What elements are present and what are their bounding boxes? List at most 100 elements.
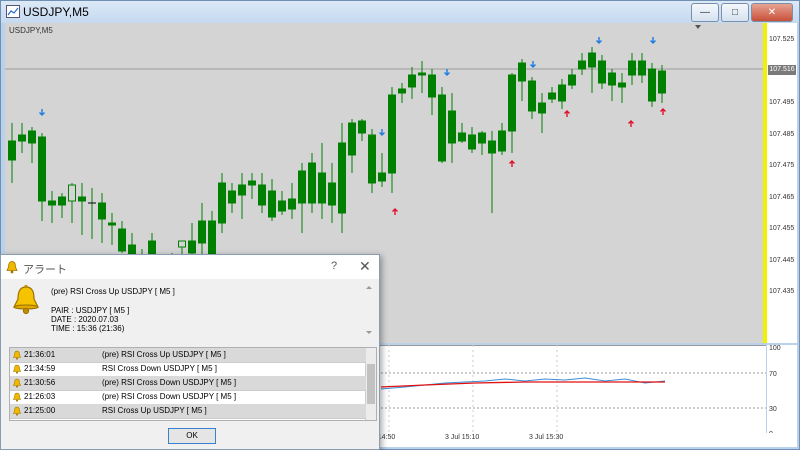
candle-body bbox=[178, 240, 186, 248]
candle-body bbox=[488, 140, 496, 154]
alert-history-message: (pre) RSI Cross Down USDJPY [ M5 ] bbox=[102, 392, 237, 401]
alert-history-message: RSI Cross Down USDJPY [ M5 ] bbox=[102, 364, 217, 373]
candle-body bbox=[228, 190, 236, 204]
sell-arrow-icon bbox=[39, 109, 45, 116]
candle-body bbox=[358, 120, 366, 134]
candle-body bbox=[388, 94, 396, 174]
candle-body bbox=[378, 172, 386, 182]
alert-message-box: (pre) RSI Cross Up USDJPY [ M5 ] PAIR : … bbox=[9, 282, 373, 338]
bell-icon bbox=[12, 350, 22, 360]
candle-body bbox=[198, 220, 206, 244]
candle-body bbox=[518, 62, 526, 82]
alert-history-row[interactable]: 21:26:03 (pre) RSI Cross Down USDJPY [ M5… bbox=[10, 390, 366, 405]
dialog-close-button[interactable]: ✕ bbox=[359, 258, 371, 275]
rsi-signal-line bbox=[380, 381, 665, 388]
candle-body bbox=[608, 72, 616, 86]
candle-body bbox=[408, 74, 416, 88]
bell-icon bbox=[12, 364, 22, 374]
candle-body bbox=[258, 184, 266, 206]
candle-body bbox=[218, 182, 226, 224]
candle-body bbox=[38, 136, 46, 202]
alert-history-time: 21:30:56 bbox=[24, 378, 56, 387]
candle-body bbox=[118, 228, 126, 252]
alert-history-row[interactable]: 21:34:59 RSI Cross Down USDJPY [ M5 ] bbox=[10, 362, 366, 377]
buy-arrow-icon bbox=[628, 120, 634, 127]
candle-body bbox=[68, 184, 76, 202]
candle-body bbox=[398, 88, 406, 94]
buy-arrow-icon bbox=[509, 160, 515, 167]
candle-body bbox=[328, 182, 336, 206]
candle-body bbox=[298, 170, 306, 204]
alert-history-message: (pre) RSI Cross Down USDJPY [ M5 ] bbox=[102, 378, 237, 387]
ok-button[interactable]: OK bbox=[168, 428, 216, 444]
sell-arrow-icon bbox=[596, 37, 602, 44]
alert-history-row[interactable]: 21:30:56 (pre) RSI Cross Down USDJPY [ M5… bbox=[10, 376, 366, 391]
price-tick-label: 107.455 bbox=[769, 225, 795, 232]
alert-history-message: (pre) RSI Cross Up USDJPY [ M5 ] bbox=[102, 350, 226, 359]
buy-arrow-icon bbox=[660, 108, 666, 115]
candle-body bbox=[48, 200, 56, 206]
candle-body bbox=[538, 102, 546, 114]
candle-body bbox=[568, 74, 576, 86]
price-tick-label: 107.435 bbox=[769, 288, 795, 295]
candle-body bbox=[338, 142, 346, 214]
large-bell-icon bbox=[13, 284, 39, 315]
candle-body bbox=[458, 132, 466, 142]
alert-dialog-title: アラート bbox=[23, 264, 67, 276]
candle-body bbox=[28, 130, 36, 144]
alert-history-row[interactable]: 21:25:00 RSI Cross Up USDJPY [ M5 ] bbox=[10, 404, 366, 419]
buy-arrow-icon bbox=[392, 208, 398, 215]
candle-body bbox=[8, 140, 16, 161]
restore-button[interactable]: □ bbox=[721, 3, 749, 22]
candle-body bbox=[558, 84, 566, 102]
history-scrollbar[interactable] bbox=[365, 348, 376, 420]
candle-body bbox=[598, 60, 606, 84]
window-title: USDJPY,M5 bbox=[23, 5, 89, 19]
alert-history-row[interactable]: 21:36:01 (pre) RSI Cross Up USDJPY [ M5 ] bbox=[10, 348, 366, 363]
alert-history-time: 21:25:00 bbox=[24, 406, 56, 415]
candle-body bbox=[58, 196, 66, 206]
history-scroll-thumb[interactable] bbox=[367, 364, 375, 404]
title-bar: USDJPY,M5 — □ ✕ bbox=[1, 1, 799, 23]
candle-body bbox=[528, 80, 536, 112]
sell-arrow-icon bbox=[530, 61, 536, 68]
price-tick-label: 107.475 bbox=[769, 162, 795, 169]
candle-body bbox=[628, 60, 636, 76]
message-scrollbar[interactable] bbox=[365, 282, 373, 338]
bell-icon bbox=[12, 378, 22, 388]
candle-body bbox=[318, 172, 326, 204]
rsi-scale: 10070300 bbox=[767, 345, 797, 438]
candle-body bbox=[588, 52, 596, 68]
sell-arrow-icon bbox=[650, 37, 656, 44]
candle-body bbox=[468, 134, 476, 150]
candle-body bbox=[618, 82, 626, 88]
chart-shift-marker bbox=[695, 25, 701, 29]
alert-history-list: 21:36:01 (pre) RSI Cross Up USDJPY [ M5 ]… bbox=[9, 347, 377, 421]
price-tick-label: 107.525 bbox=[769, 36, 795, 43]
candle-body bbox=[508, 74, 516, 132]
candle-body bbox=[188, 240, 196, 254]
price-tick-label: 107.495 bbox=[769, 99, 795, 106]
sell-arrow-icon bbox=[444, 69, 450, 76]
close-button[interactable]: ✕ bbox=[751, 3, 793, 22]
alert-history-time: 21:34:59 bbox=[24, 364, 56, 373]
candle-body bbox=[108, 222, 116, 226]
price-tick-label: 107.465 bbox=[769, 194, 795, 201]
current-price-tag: 107.516 bbox=[768, 65, 796, 75]
candle-body bbox=[348, 122, 356, 156]
candle-body bbox=[418, 72, 426, 76]
candle-body bbox=[208, 220, 216, 258]
candle-body bbox=[548, 92, 556, 100]
candle-body bbox=[78, 196, 86, 202]
candle-body bbox=[438, 94, 446, 162]
minimize-button[interactable]: — bbox=[691, 3, 719, 22]
candle-body bbox=[278, 200, 286, 212]
price-tick-label: 107.485 bbox=[769, 131, 795, 138]
help-button[interactable]: ? bbox=[331, 260, 337, 272]
alert-history-time: 21:36:01 bbox=[24, 350, 56, 359]
chart-window-icon bbox=[6, 5, 20, 18]
candle-body bbox=[238, 184, 246, 196]
price-tick-label: 107.445 bbox=[769, 257, 795, 264]
bell-icon bbox=[12, 406, 22, 416]
candle-body bbox=[658, 70, 666, 94]
